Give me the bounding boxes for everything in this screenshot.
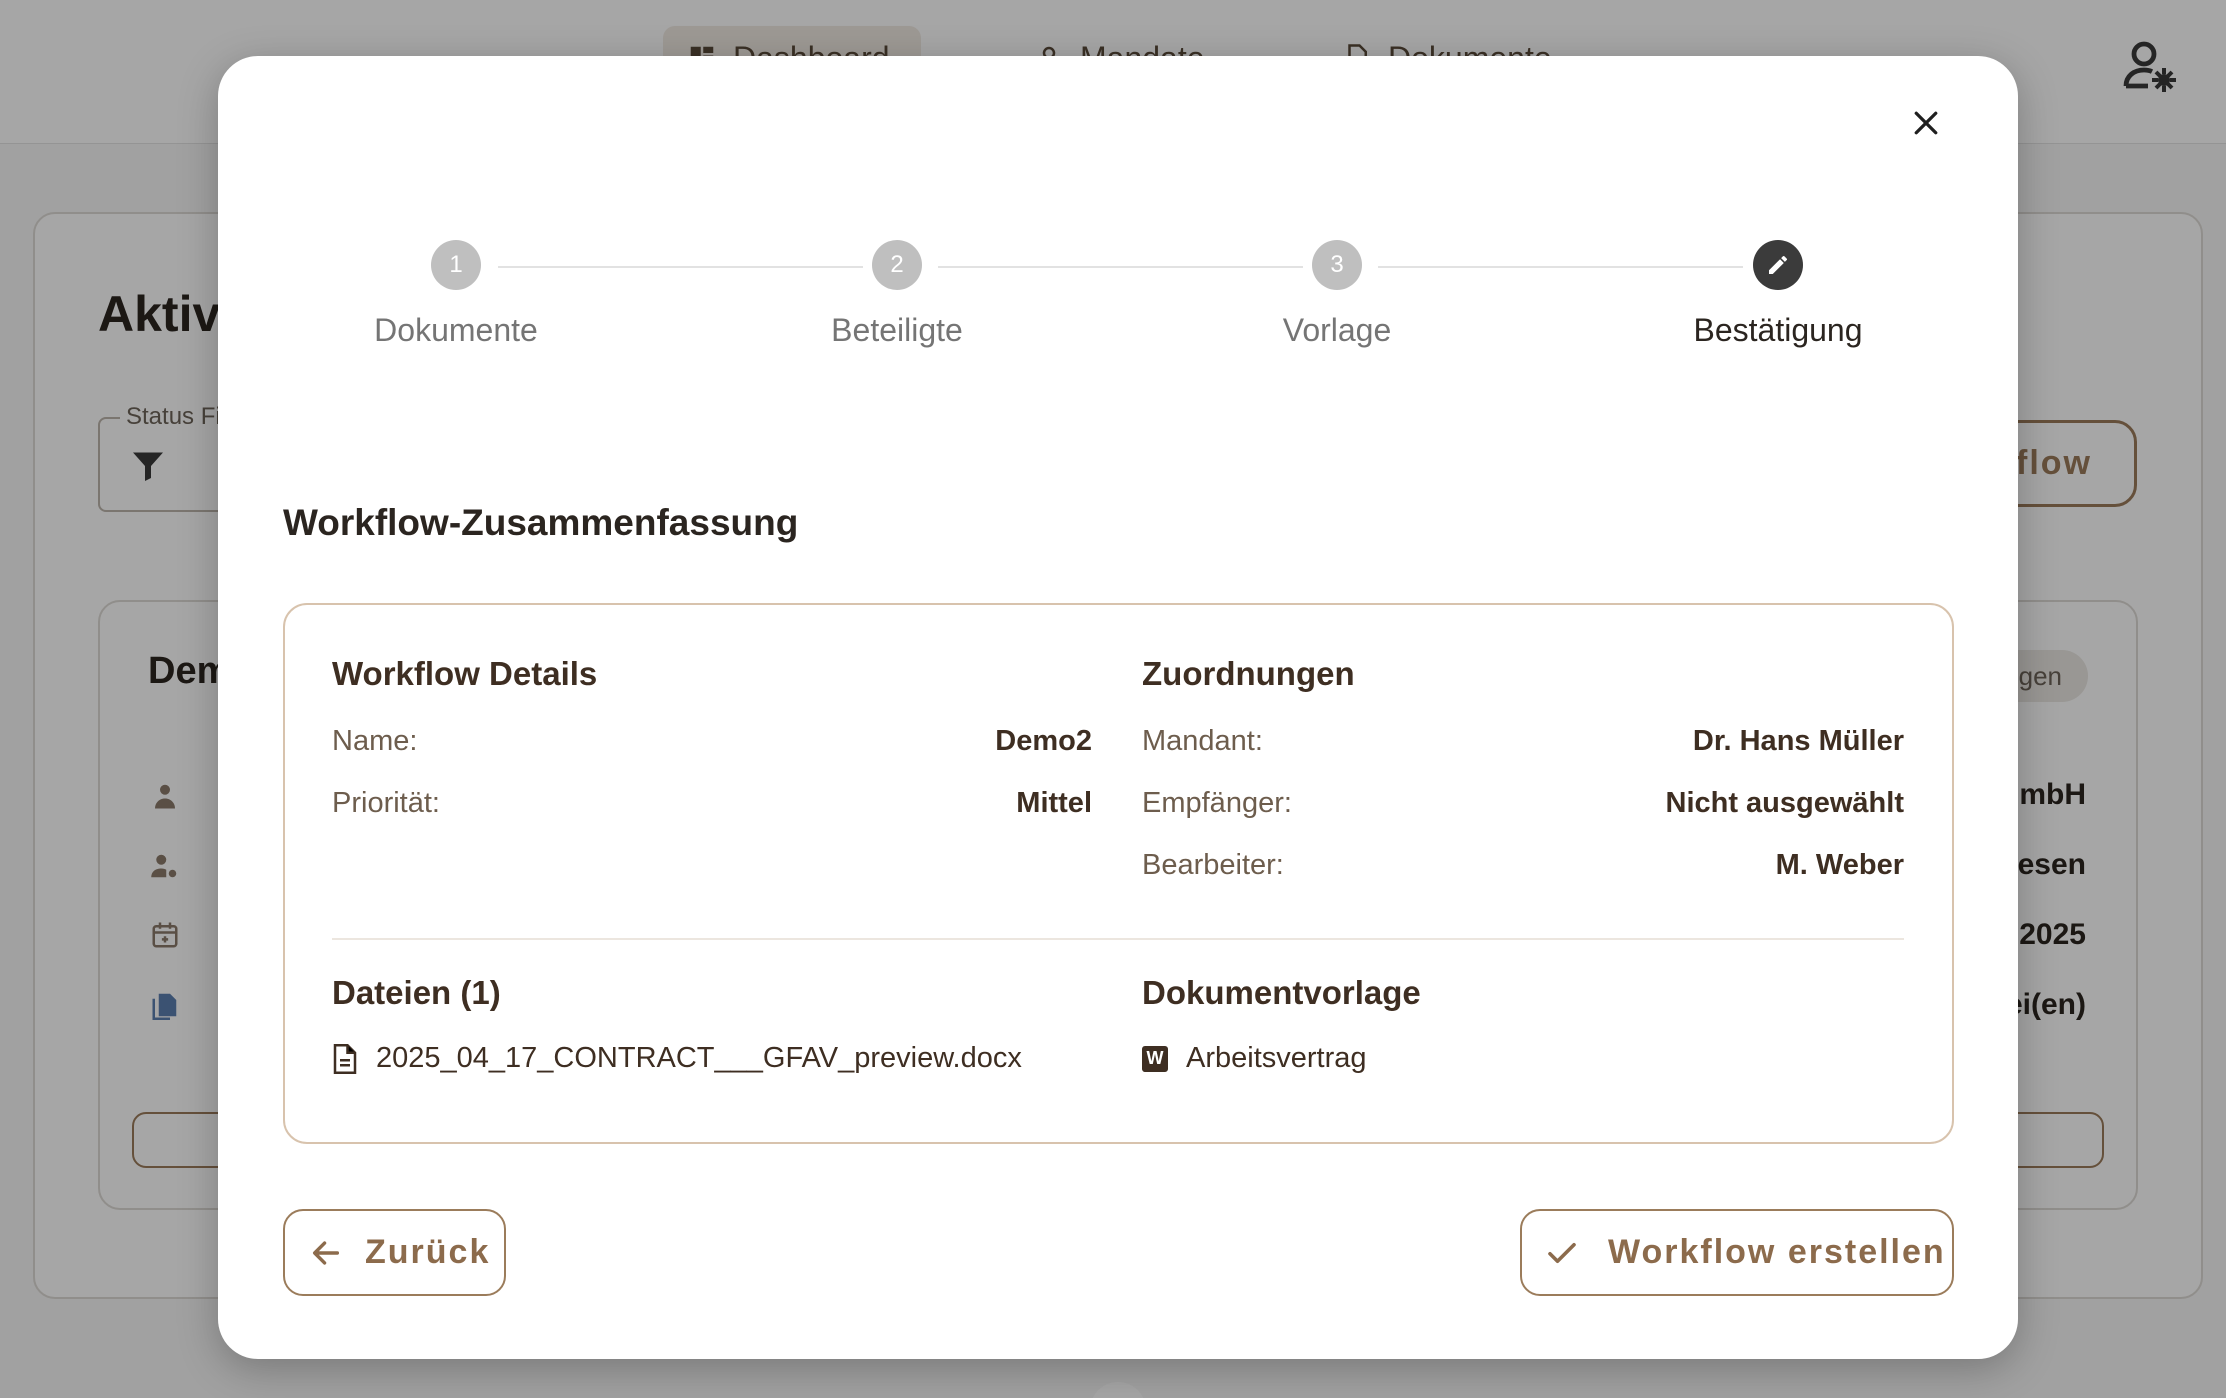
files-title: Dateien (1) xyxy=(332,974,501,1011)
template-section: Dokumentvorlage W Arbeitsvertrag xyxy=(1142,974,1904,1075)
assignment-value: Dr. Hans Müller xyxy=(1692,725,1904,757)
create-workflow-button[interactable]: Workflow erstellen xyxy=(1520,1209,1954,1296)
detail-row-name: Name: Demo2 xyxy=(332,725,1092,758)
create-workflow-button-label: Workflow erstellen xyxy=(1608,1233,1946,1271)
step-active-marker xyxy=(1753,240,1803,290)
arrow-left-icon xyxy=(312,1240,340,1265)
back-button[interactable]: Zurück xyxy=(283,1209,506,1296)
files-section: Dateien (1) 2025_04_17_CONTRACT___GFAV_p… xyxy=(332,974,1092,1075)
step-label: Vorlage xyxy=(1282,312,1392,348)
step-vorlage[interactable]: 3 Vorlage xyxy=(1177,240,1497,349)
assignment-row-recipient: Empfänger: Nicht ausgewählt xyxy=(1142,787,1904,820)
summary-divider xyxy=(332,938,1904,940)
detail-row-priority: Priorität: Mittel xyxy=(332,787,1092,820)
back-button-label: Zurück xyxy=(365,1233,491,1271)
detail-value: Mittel xyxy=(1016,787,1092,819)
assignment-key: Empfänger: xyxy=(1142,787,1292,819)
close-button[interactable] xyxy=(1906,103,1946,143)
assignments-title: Zuordnungen xyxy=(1142,655,1355,692)
step-label: Beteiligte xyxy=(831,312,963,348)
assignment-row-client: Mandant: Dr. Hans Müller xyxy=(1142,725,1904,758)
file-name: 2025_04_17_CONTRACT___GFAV_preview.docx xyxy=(376,1042,1022,1074)
detail-value: Demo2 xyxy=(995,725,1092,757)
workflow-details-title: Workflow Details xyxy=(332,655,598,692)
template-title: Dokumentvorlage xyxy=(1142,974,1421,1011)
file-item: 2025_04_17_CONTRACT___GFAV_preview.docx xyxy=(332,1042,1092,1075)
step-bestaetigung[interactable]: Bestätigung xyxy=(1618,240,1938,349)
step-number: 1 xyxy=(431,240,481,290)
check-icon xyxy=(1548,1242,1576,1263)
template-name: Arbeitsvertrag xyxy=(1186,1042,1367,1074)
detail-key: Name: xyxy=(332,725,418,757)
assignment-value: M. Weber xyxy=(1775,849,1904,881)
assignment-key: Mandant: xyxy=(1142,725,1263,757)
word-document-icon: W xyxy=(1142,1045,1168,1072)
step-beteiligte[interactable]: 2 Beteiligte xyxy=(737,240,1057,349)
close-icon xyxy=(1914,111,1938,135)
assignment-key: Bearbeiter: xyxy=(1142,849,1284,881)
workflow-details-section: Workflow Details Name: Demo2 Priorität: … xyxy=(332,655,1092,819)
assignment-value: Nicht ausgewählt xyxy=(1665,787,1905,819)
assignment-row-editor: Bearbeiter: M. Weber xyxy=(1142,849,1904,882)
template-item: W Arbeitsvertrag xyxy=(1142,1042,1904,1075)
stepper: 1 Dokumente 2 Beteiligte 3 Vorlage Bestä… xyxy=(218,240,2018,370)
summary-title: Workflow-Zusammenfassung xyxy=(283,502,799,543)
assignments-section: Zuordnungen Mandant: Dr. Hans Müller Emp… xyxy=(1142,655,1904,881)
edit-icon xyxy=(1769,255,1788,274)
file-icon xyxy=(333,1043,357,1074)
step-label: Bestätigung xyxy=(1693,312,1863,348)
detail-key: Priorität: xyxy=(332,787,440,819)
step-label: Dokumente xyxy=(374,312,538,348)
step-dokumente[interactable]: 1 Dokumente xyxy=(296,240,616,349)
step-number: 3 xyxy=(1312,240,1362,290)
step-number: 2 xyxy=(872,240,922,290)
